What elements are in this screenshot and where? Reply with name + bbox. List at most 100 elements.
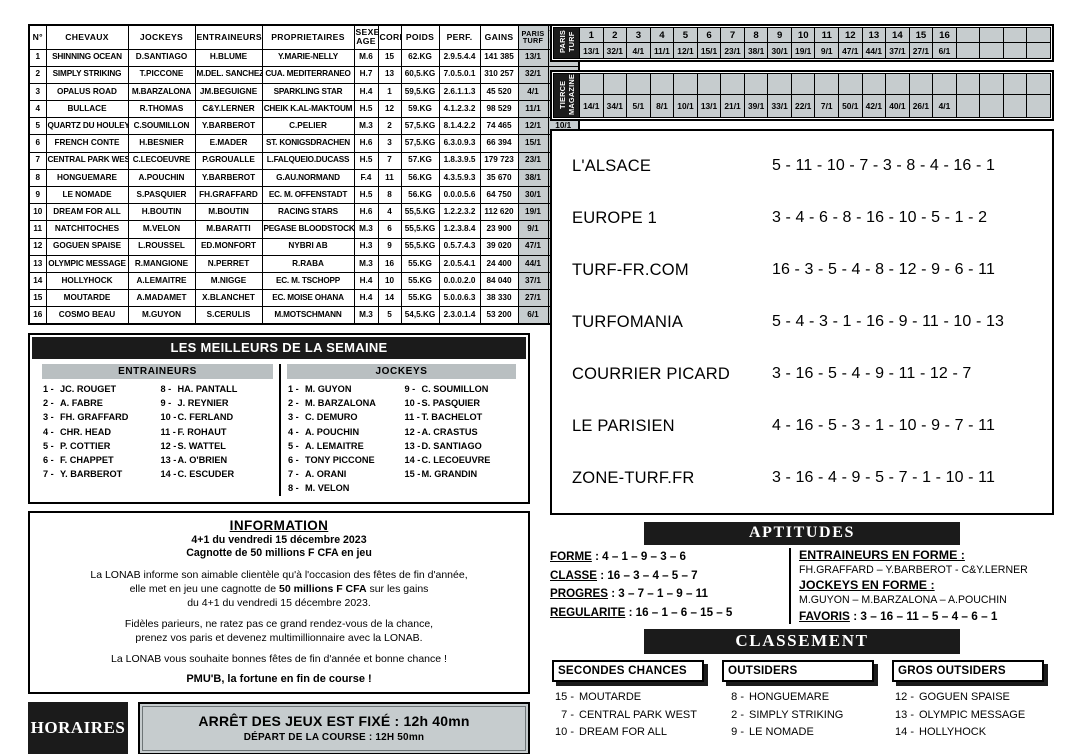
col-owners: PROPRIETAIRES bbox=[261, 24, 355, 50]
aptitude-progres: PROGRES : 3 – 7 – 1 – 9 – 11 bbox=[550, 585, 783, 604]
best-trainer-item: 1 - JC. ROUGET bbox=[40, 382, 158, 396]
best-jockey-item: 15 -M. GRANDIN bbox=[402, 467, 519, 481]
classement-list: 15 - MOUTARDE 7 - CENTRAL PARK WEST 10 - DREA… bbox=[552, 689, 704, 742]
info-p1-line2a: elle met en jeu une cagnotte de bbox=[129, 582, 280, 595]
runner-horse: OPALUS ROAD bbox=[45, 82, 129, 102]
runner-weight: 55,5.KG bbox=[400, 237, 440, 256]
best-jockey-item-rank: 1 - bbox=[288, 384, 299, 394]
best-jockey-item-name: C. SOUMILLON bbox=[421, 384, 489, 394]
best-trainer-item: 10 -C. FERLAND bbox=[158, 410, 276, 424]
table-row: 12 GOGUEN SPAISE L.ROUSSEL ED.MONFORT NYBRI … bbox=[28, 237, 580, 256]
best-jockey-item-rank: 14 - bbox=[404, 455, 421, 466]
runner-performance: 6.3.0.9.3 bbox=[438, 134, 481, 153]
tierce-odds-cell: 4/1 bbox=[932, 94, 957, 119]
runner-number: 15 bbox=[28, 289, 47, 308]
runner-number: 7 bbox=[28, 151, 47, 170]
classement-column: SECONDES CHANCES 15 - MOUTARDE 7 - CENTRAL P… bbox=[552, 660, 704, 742]
classement-item-rank: 10 - bbox=[555, 726, 574, 739]
paris-turf-header-cell: 12 bbox=[838, 27, 863, 43]
best-trainer-item-rank: 3 - bbox=[43, 412, 54, 423]
runner-paris-turf-odds: 47/1 bbox=[517, 237, 549, 256]
list-item: 10 - DREAM FOR ALL bbox=[552, 724, 704, 742]
best-trainer-item-rank: 5 - bbox=[43, 440, 54, 451]
classement-column-header: GROS OUTSIDERS bbox=[892, 660, 1044, 683]
best-trainers-columns: 1 - JC. ROUGET 2 - A. FABRE 3 - FH. GRAFFARD 4… bbox=[40, 382, 275, 481]
col-horses: CHEVAUX bbox=[45, 24, 129, 50]
runner-earnings: 66 394 bbox=[479, 134, 519, 153]
col-weight: POIDS bbox=[400, 24, 440, 50]
best-of-week-body: ENTRAINEURS 1 - JC. ROUGET 2 - A. FABRE 3 - F… bbox=[32, 359, 526, 500]
tierce-spacer-cell bbox=[908, 72, 934, 96]
paris-turf-header-cell: 5 bbox=[673, 27, 698, 43]
table-row: 4 BULLACE R.THOMAS C&Y.LERNER CHEIK K.AL-MAK… bbox=[28, 100, 580, 119]
runner-owner: PEGASE BLOODSTOCK bbox=[261, 220, 355, 239]
paris-turf-odds-cell: 47/1 bbox=[838, 42, 863, 59]
paris-turf-odds-cell: 13/1 bbox=[579, 42, 604, 59]
runner-performance: 4.1.2.3.2 bbox=[438, 100, 481, 119]
paris-turf-odds-cell: 12/1 bbox=[673, 42, 698, 59]
best-trainer-item: 12 -S. WATTEL bbox=[158, 439, 276, 453]
tierce-odds-cell bbox=[979, 94, 1004, 119]
col-trainers: ENTRAINEURS bbox=[194, 24, 263, 50]
table-row: 9 LE NOMADE S.PASQUIER FH.GRAFFARD EC. M. OF… bbox=[28, 185, 580, 205]
best-trainer-item-rank: 9 - bbox=[160, 398, 172, 409]
aptitude-regularite-label: REGULARITE bbox=[550, 605, 626, 619]
paris-turf-values-row: 13/1 32/1 4/1 11/1 12/1 15/1 23/1 38/1 30/1 19/1 9… bbox=[554, 42, 1051, 59]
runner-weight: 56.KG bbox=[400, 185, 440, 205]
runner-owner: M.MOTSCHMANN bbox=[261, 306, 355, 325]
best-jockey-item: 9 - C. SOUMILLON bbox=[402, 382, 519, 396]
runner-trainer: Y.BARBEROT bbox=[194, 117, 263, 136]
classement-item-name: DREAM FOR ALL bbox=[579, 726, 668, 739]
runner-jockey: D.SANTIAGO bbox=[127, 48, 196, 67]
table-row: 3 OPALUS ROAD M.BARZALONA JM.BEGUIGNE SPARKL… bbox=[28, 82, 580, 102]
best-of-week-title: LES MEILLEURS DE LA SEMAINE bbox=[32, 337, 526, 359]
information-paragraph-2: Fidèles parieurs, ne ratez pas ce grand … bbox=[37, 617, 521, 645]
tierce-spacer-cell bbox=[932, 72, 957, 96]
pronostic-picks: 3 - 16 - 5 - 4 - 9 - 11 - 12 - 7 bbox=[772, 365, 972, 383]
info-p2-line1: Fidèles parieurs, ne ratez pas ce grand … bbox=[124, 617, 434, 630]
list-item: 9 - LE NOMADE bbox=[722, 724, 874, 742]
list-item: 13 - OLYMPIC MESSAGE bbox=[892, 707, 1044, 725]
aptitude-forme-value: : 4 – 1 – 9 – 3 – 6 bbox=[591, 550, 686, 564]
list-item: 12 - GOGUEN SPAISE bbox=[892, 689, 1044, 707]
runner-trainer: H.BLUME bbox=[194, 48, 263, 67]
runner-sex-age: H.4 bbox=[353, 82, 379, 102]
list-item: 2 - SIMPLY STRIKING bbox=[722, 707, 874, 725]
classement-list: 12 - GOGUEN SPAISE 13 - OLYMPIC MESSAGE 14 -… bbox=[892, 689, 1044, 742]
paris-turf-odds-cell: 6/1 bbox=[932, 42, 957, 59]
tierce-spacer-cell bbox=[838, 72, 863, 96]
runner-paris-turf-odds: 23/1 bbox=[517, 151, 549, 170]
tierce-spacer-cell bbox=[979, 72, 1004, 96]
tierce-odds-cell: 14/1 bbox=[579, 94, 604, 119]
pronostic-source: EUROPE 1 bbox=[572, 208, 658, 227]
tierce-odds-cell: 5/1 bbox=[626, 94, 651, 119]
runner-earnings: 74 465 bbox=[479, 117, 519, 136]
best-trainer-item-name: C. FERLAND bbox=[177, 412, 234, 423]
best-jockeys-section: JOCKEYS 1 - M. GUYON 2 - M. BARZALONA 3 - C. … bbox=[279, 364, 522, 496]
runner-horse: NATCHITOCHES bbox=[45, 220, 129, 239]
runner-owner: CHEIK K.AL-MAKTOUM bbox=[261, 100, 355, 119]
best-trainer-item: 4 - CHR. HEAD bbox=[40, 425, 158, 439]
runner-horse: HONGUEMARE bbox=[45, 168, 129, 188]
runner-sex-age: H.7 bbox=[353, 65, 379, 84]
col-sex-age-line2: AGE bbox=[356, 36, 376, 47]
runner-sex-age: M.3 bbox=[353, 220, 379, 239]
aptitudes-right-column: ENTRAINEURS EN FORME : FH.GRAFFARD – Y.B… bbox=[789, 548, 1054, 625]
runner-performance: 1.8.3.9.5 bbox=[438, 151, 481, 170]
info-p1-line1: La LONAB informe son aimable clientèle q… bbox=[90, 568, 468, 581]
runner-weight: 57,5.KG bbox=[400, 134, 440, 153]
runner-owner: EC. MOISE OHANA bbox=[261, 289, 355, 308]
classement-item-rank: 14 - bbox=[895, 726, 914, 739]
runner-number: 1 bbox=[28, 48, 47, 67]
classement-panel: CLASSEMENT SECONDES CHANCES 15 - MOUTARDE 7… bbox=[550, 629, 1054, 742]
table-row: 2 SIMPLY STRIKING T.PICCONE M.DEL. SANCHEZ C… bbox=[28, 65, 580, 84]
runner-weight: 55.KG bbox=[400, 289, 440, 308]
paris-turf-odds-cell: 27/1 bbox=[908, 42, 934, 59]
best-trainer-item: 3 - FH. GRAFFARD bbox=[40, 410, 158, 424]
best-trainer-item-name: Y. BARBEROT bbox=[60, 469, 123, 480]
runner-number: 12 bbox=[28, 237, 47, 256]
runner-trainer: M.DEL. SANCHEZ bbox=[194, 65, 263, 84]
tierce-row-label: TIERCE MAGAZINE bbox=[553, 72, 580, 119]
paris-turf-label-text: PARIS TURF bbox=[557, 30, 576, 54]
pronostic-source: ZONE-TURF.FR bbox=[572, 468, 695, 487]
